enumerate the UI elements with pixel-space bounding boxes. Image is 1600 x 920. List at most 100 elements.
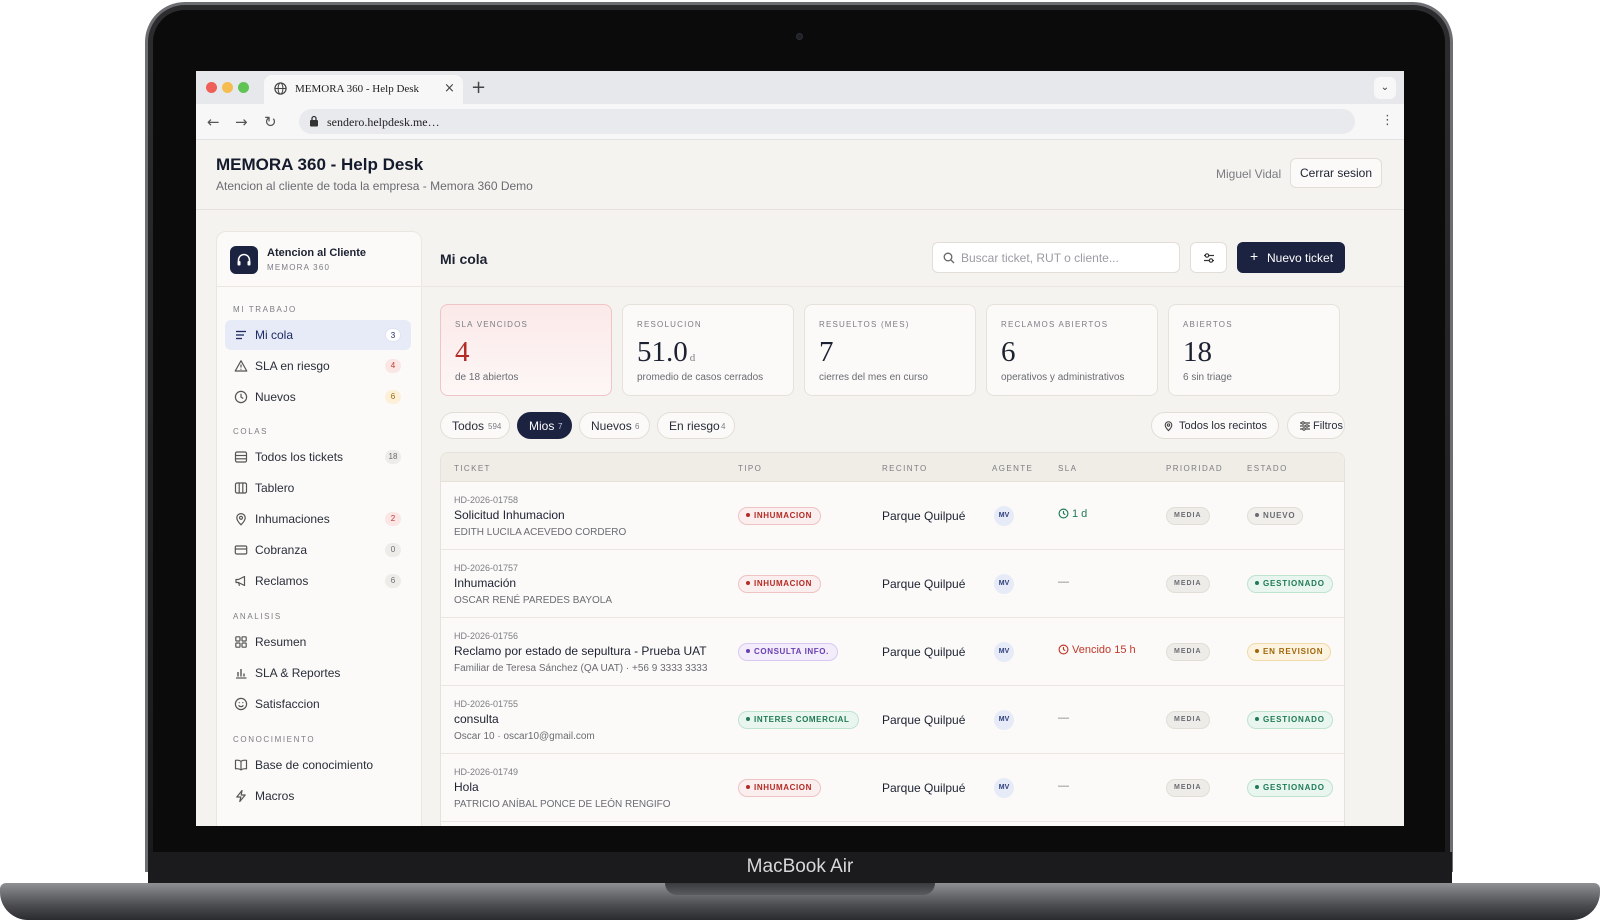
- agent-avatar: MV: [994, 506, 1014, 526]
- sidebar-item-reclamos[interactable]: Reclamos 6: [225, 566, 411, 596]
- clock-icon: [1058, 508, 1069, 519]
- tab-menu-chevron-icon[interactable]: ⌄: [1374, 77, 1396, 99]
- stat-card-reclamos-abiertos[interactable]: RECLAMOS ABIERTOS 6 operativos y adminis…: [986, 304, 1158, 396]
- stat-card-abiertos[interactable]: ABIERTOS 18 6 sin triage: [1168, 304, 1340, 396]
- sidebar-item-mi-cola[interactable]: Mi cola 3: [225, 320, 411, 350]
- sidebar-item-sla-reportes[interactable]: SLA & Reportes: [225, 658, 411, 688]
- stat-value: 7: [819, 336, 834, 368]
- close-tab-icon[interactable]: ×: [444, 81, 455, 96]
- browser-menu-icon[interactable]: ⋮: [1381, 113, 1394, 128]
- ticket-title[interactable]: Inhumación: [454, 576, 516, 590]
- tab-bar: MEMORA 360 - Help Desk × + ⌄: [196, 71, 1404, 104]
- sidebar-item-tablero[interactable]: Tablero: [225, 473, 411, 503]
- search-input[interactable]: [961, 249, 1171, 267]
- status-badge: NUEVO: [1247, 507, 1304, 525]
- search-icon: [943, 252, 955, 264]
- ticket-title[interactable]: Solicitud Inhumacion: [454, 508, 565, 522]
- sidebar-item-sla-en-riesgo[interactable]: SLA en riesgo 4: [225, 351, 411, 381]
- stat-unit: d: [689, 352, 696, 364]
- filter-chip-en-riesgo[interactable]: En riesgo 4: [657, 412, 735, 439]
- table-row[interactable]: HD-2026-01755 consulta Oscar 10 · oscar1…: [441, 686, 1344, 754]
- sidebar-item-inhumaciones[interactable]: Inhumaciones 2: [225, 504, 411, 534]
- page-title: Mi cola: [440, 251, 488, 267]
- stat-card-resolucion[interactable]: RESOLUCION 51.0 d promedio de casos cerra…: [622, 304, 794, 396]
- new-ticket-label: Nuevo ticket: [1267, 251, 1334, 265]
- sidebar-brand: Atencion al Cliente MEMORA 360: [217, 232, 421, 287]
- filter-chip-mios[interactable]: Mios 7: [517, 412, 572, 439]
- count-badge: 6: [385, 574, 401, 588]
- section-label-knowledge: CONOCIMIENTO: [233, 735, 316, 744]
- table-row[interactable]: HD-2026-01757 Inhumación OSCAR RENÉ PARE…: [441, 550, 1344, 618]
- chip-label: Todos: [452, 419, 485, 433]
- reload-icon[interactable]: ↻: [264, 113, 277, 131]
- browser-tab[interactable]: MEMORA 360 - Help Desk ×: [264, 75, 463, 104]
- brand-name: Atencion al Cliente: [267, 247, 367, 259]
- stat-card-resueltos-mes[interactable]: RESUELTOS (MES) 7 cierres del mes en cur…: [804, 304, 976, 396]
- table-row[interactable]: HD-2026-01756 Reclamo por estado de sepu…: [441, 618, 1344, 686]
- recintos-filter-button[interactable]: Todos los recintos: [1151, 412, 1279, 439]
- table-row[interactable]: HD-2026-01749 Hola PATRICIO ANÍBAL PONCE…: [441, 754, 1344, 822]
- ticket-title[interactable]: Hola: [454, 780, 479, 794]
- priority-badge: MEDIA: [1166, 643, 1210, 661]
- stat-label: RESOLUCION: [637, 320, 702, 329]
- warning-triangle-icon: [234, 360, 248, 372]
- new-ticket-button[interactable]: + Nuevo ticket: [1237, 242, 1345, 273]
- smile-icon: [234, 697, 248, 711]
- priority-badge: MEDIA: [1166, 507, 1210, 525]
- close-window-button[interactable]: [206, 82, 217, 93]
- ticket-title[interactable]: Reclamo por estado de sepultura - Prueba…: [454, 644, 707, 658]
- sidebar-item-label: Tablero: [255, 481, 295, 495]
- new-tab-button[interactable]: +: [471, 77, 486, 98]
- status-badge: EN REVISION: [1247, 643, 1332, 661]
- grid-icon: [235, 636, 247, 648]
- sidebar-item-label: Reclamos: [255, 574, 309, 588]
- sla-status: —: [1058, 576, 1069, 588]
- chip-count: 7: [558, 422, 563, 431]
- sliders-icon: [1204, 253, 1214, 263]
- sidebar-item-label: Satisfaccion: [255, 697, 320, 711]
- forward-arrow-icon[interactable]: →: [235, 113, 248, 131]
- tipo-badge: INTERES COMERCIAL: [738, 711, 859, 729]
- recinto: Parque Quilpué: [882, 713, 966, 727]
- laptop-chin: MacBook Air: [148, 852, 1452, 884]
- stat-description: operativos y administrativos: [1001, 372, 1125, 383]
- status-badge: GESTIONADO: [1247, 575, 1333, 593]
- filter-chip-nuevos[interactable]: Nuevos 6: [579, 412, 650, 439]
- stat-description: de 18 abiertos: [455, 372, 519, 383]
- count-badge: 3: [385, 328, 401, 342]
- chip-label: Mios: [529, 419, 555, 433]
- sidebar-item-base-de-conocimiento[interactable]: Base de conocimiento: [225, 750, 411, 780]
- sidebar-item-macros[interactable]: Macros: [225, 781, 411, 811]
- stat-label: SLA VENCIDOS: [455, 320, 529, 329]
- sidebar-item-nuevos[interactable]: Nuevos 6: [225, 382, 411, 412]
- stat-description: 6 sin triage: [1183, 372, 1232, 383]
- filtros-label: Filtros: [1313, 420, 1343, 432]
- bar-chart-icon: [236, 669, 247, 679]
- url-field[interactable]: sendero.helpdesk.me…: [299, 109, 1355, 134]
- sidebar-item-cobranza[interactable]: Cobranza 0: [225, 535, 411, 565]
- filtros-button[interactable]: Filtros: [1287, 412, 1345, 439]
- tipo-badge: INHUMACION: [738, 575, 821, 593]
- sidebar-item-resumen[interactable]: Resumen: [225, 627, 411, 657]
- sliders-button[interactable]: [1190, 242, 1227, 273]
- priority-badge: MEDIA: [1166, 779, 1210, 797]
- stat-value: 6: [1001, 336, 1016, 368]
- ticket-title[interactable]: consulta: [454, 712, 499, 726]
- ticket-customer: OSCAR RENÉ PAREDES BAYOLA: [454, 595, 613, 606]
- minimize-window-button[interactable]: [222, 82, 233, 93]
- column-header: AGENTE: [992, 464, 1034, 473]
- stat-card-sla-vencidos[interactable]: SLA VENCIDOS 4 de 18 abiertos: [440, 304, 612, 396]
- back-arrow-icon[interactable]: ←: [207, 113, 220, 131]
- logout-button[interactable]: Cerrar sesion: [1290, 158, 1382, 188]
- tab-title: MEMORA 360 - Help Desk: [295, 83, 420, 95]
- sla-status: —: [1058, 780, 1069, 792]
- table-row[interactable]: HD-2026-01758 Solicitud Inhumacion EDITH…: [441, 482, 1344, 550]
- sidebar-item-satisfaccion[interactable]: Satisfaccion: [225, 689, 411, 719]
- tipo-badge: INHUMACION: [738, 507, 821, 525]
- stat-value: 18: [1183, 336, 1212, 368]
- filter-chip-todos[interactable]: Todos 594: [440, 412, 510, 439]
- maximize-window-button[interactable]: [238, 82, 249, 93]
- search-box[interactable]: [932, 242, 1180, 273]
- sidebar-item-label: SLA & Reportes: [255, 666, 341, 680]
- sidebar-item-todos-los-tickets[interactable]: Todos los tickets 18: [225, 442, 411, 472]
